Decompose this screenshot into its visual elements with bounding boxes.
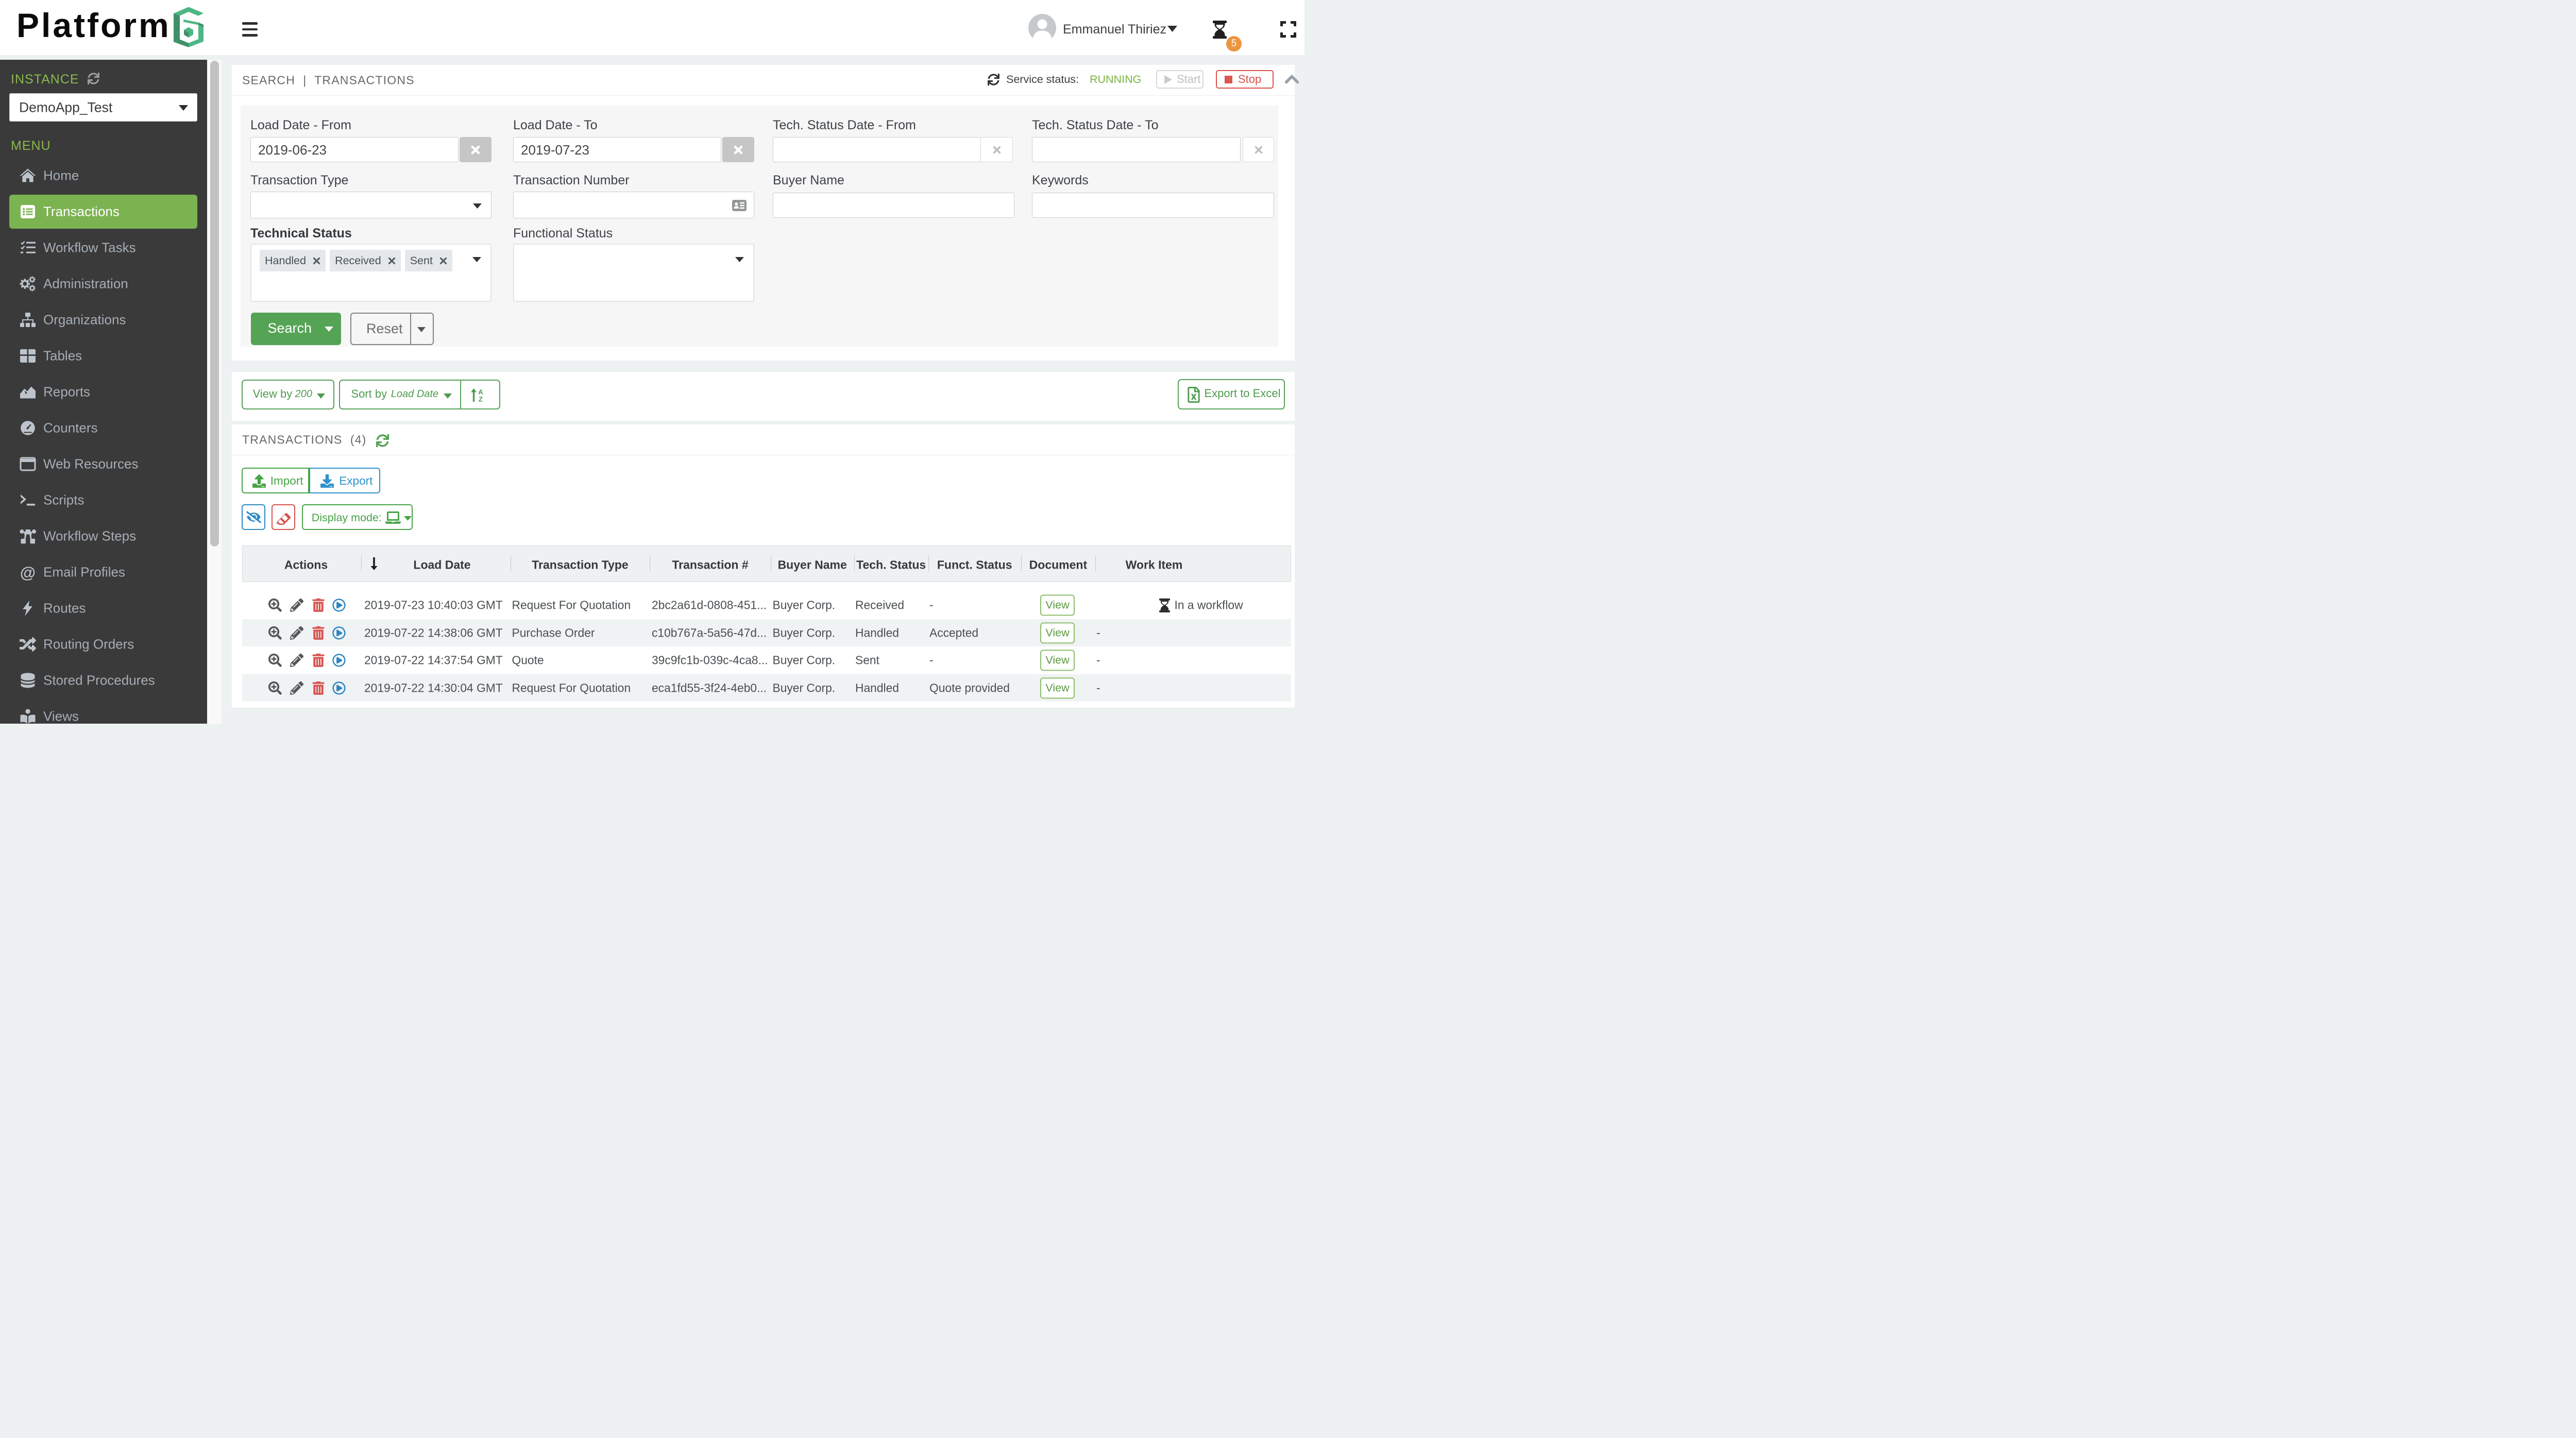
svg-text:A: A: [479, 388, 484, 396]
svg-text:Z: Z: [479, 396, 483, 402]
svg-text:@: @: [20, 564, 36, 580]
